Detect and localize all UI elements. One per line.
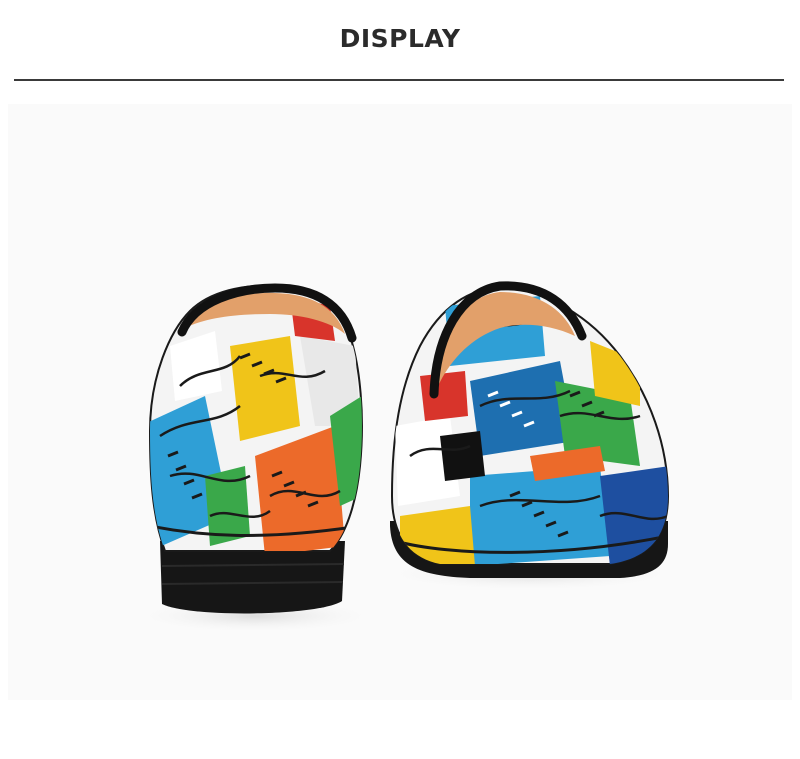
left-shoe (148, 283, 363, 614)
section-title: DISPLAY (339, 24, 461, 53)
section-header: DISPLAY (0, 0, 800, 81)
header-divider (14, 79, 784, 81)
product-photo (0, 96, 800, 700)
